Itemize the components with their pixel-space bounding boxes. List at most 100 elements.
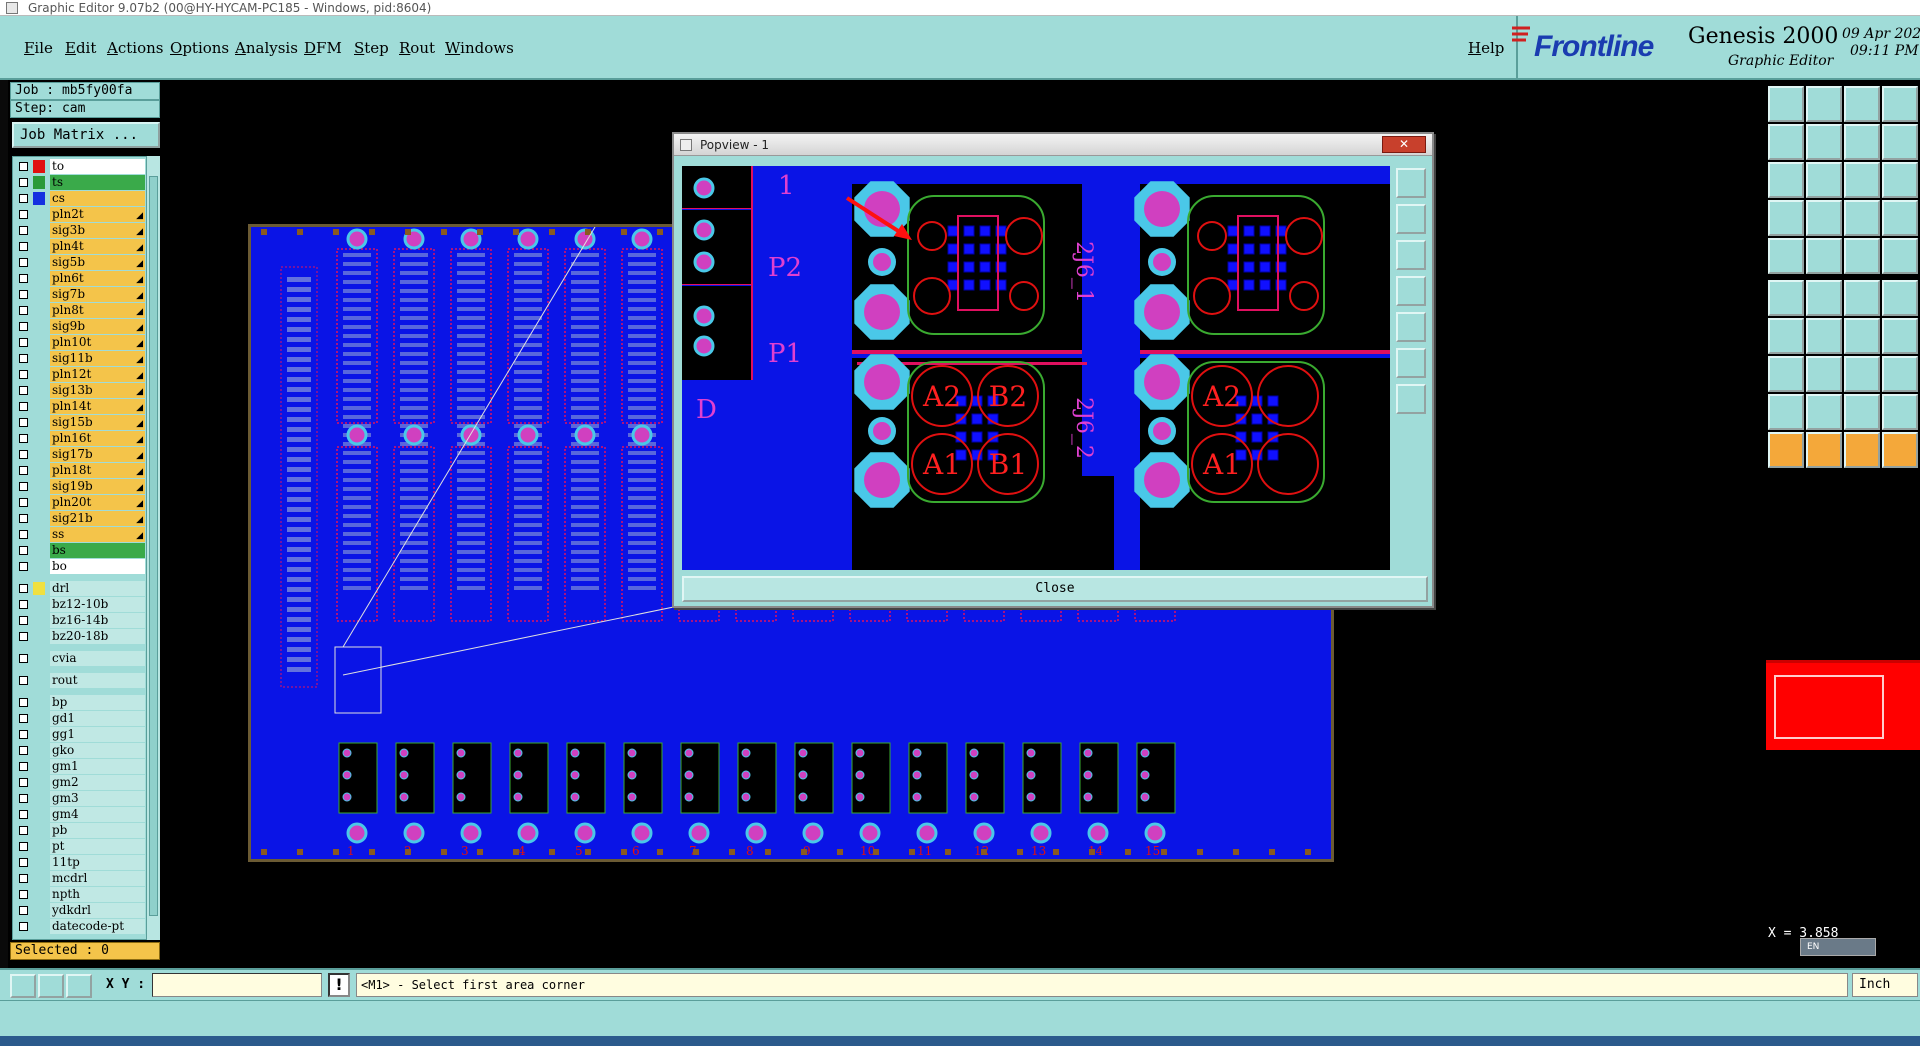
- xy-input[interactable]: [152, 973, 322, 997]
- layer-name[interactable]: gd1: [50, 711, 145, 726]
- pan-left-icon[interactable]: [1768, 124, 1804, 160]
- layer-row[interactable]: sig21b ◢: [13, 511, 145, 526]
- layer-name[interactable]: pln18t ◢: [50, 463, 145, 478]
- layer-name[interactable]: pln10t ◢: [50, 335, 145, 350]
- layer-row[interactable]: pln2t ◢: [13, 207, 145, 222]
- layer-name[interactable]: drl: [50, 581, 145, 596]
- layer-name[interactable]: mcdrl: [50, 871, 145, 886]
- layer-name[interactable]: gg1: [50, 727, 145, 742]
- pv-zoom-out-icon[interactable]: [1396, 240, 1426, 270]
- layer-checkbox[interactable]: [19, 178, 28, 187]
- pad-edit-icon[interactable]: [1768, 356, 1804, 392]
- slash-icon[interactable]: [1806, 318, 1842, 354]
- layer-name[interactable]: pln6t ◢: [50, 271, 145, 286]
- layer-row[interactable]: ydkdrl: [13, 903, 145, 918]
- layer-checkbox[interactable]: [19, 370, 28, 379]
- layer-name[interactable]: pln2t ◢: [50, 207, 145, 222]
- layer-name[interactable]: ydkdrl: [50, 903, 145, 918]
- layer-row[interactable]: cvia: [13, 651, 145, 666]
- ime-indicator[interactable]: EN: [1800, 938, 1876, 956]
- layer-row[interactable]: pln14t ◢: [13, 399, 145, 414]
- layer-name[interactable]: gm3: [50, 791, 145, 806]
- layer-row[interactable]: bp: [13, 695, 145, 710]
- layer-row[interactable]: sig15b ◢: [13, 415, 145, 430]
- menu-options[interactable]: Options: [170, 39, 229, 57]
- layer-checkbox[interactable]: [19, 338, 28, 347]
- popview-canvas[interactable]: 1 P2 P1 D A2 B2 A1 B1 A2 A1 2J6_1 2J6_2: [682, 166, 1390, 570]
- popview-titlebar[interactable]: Popview - 1 ✕: [674, 134, 1432, 156]
- layer-row[interactable]: gm2: [13, 775, 145, 790]
- layer-name[interactable]: gm2: [50, 775, 145, 790]
- layer-checkbox[interactable]: [19, 530, 28, 539]
- split-icon[interactable]: [1844, 356, 1880, 392]
- layer-name[interactable]: sig15b ◢: [50, 415, 145, 430]
- layer-checkbox[interactable]: [19, 354, 28, 363]
- layer-checkbox[interactable]: [19, 778, 28, 787]
- layer-checkbox[interactable]: [19, 194, 28, 203]
- layer-row[interactable]: bz20-18b: [13, 629, 145, 644]
- layer-name[interactable]: rout: [50, 673, 145, 688]
- layer-name[interactable]: pt: [50, 839, 145, 854]
- job-matrix-button[interactable]: Job Matrix ...: [12, 122, 160, 148]
- layer-name[interactable]: gm4: [50, 807, 145, 822]
- circle-icon[interactable]: [1882, 238, 1918, 274]
- layer-checkbox[interactable]: [19, 810, 28, 819]
- layer-row[interactable]: pt: [13, 839, 145, 854]
- layer-name[interactable]: to: [50, 159, 145, 174]
- layer-row[interactable]: rout: [13, 673, 145, 688]
- menu-rout[interactable]: Rout: [399, 39, 435, 57]
- dash-icon[interactable]: [1806, 356, 1842, 392]
- layer-name[interactable]: sig21b ◢: [50, 511, 145, 526]
- layer-checkbox[interactable]: [19, 466, 28, 475]
- layer-row[interactable]: datecode-pt: [13, 919, 145, 934]
- layer-checkbox[interactable]: [19, 322, 28, 331]
- layer-checkbox[interactable]: [19, 616, 28, 625]
- layer-row[interactable]: cs: [13, 191, 145, 206]
- menu-edit[interactable]: Edit: [65, 39, 96, 57]
- layer-checkbox[interactable]: [19, 842, 28, 851]
- layer-checkbox[interactable]: [19, 698, 28, 707]
- layer-checkbox[interactable]: [19, 242, 28, 251]
- layer-name[interactable]: pln20t ◢: [50, 495, 145, 510]
- layer-name[interactable]: cs: [50, 191, 145, 206]
- layer-row[interactable]: sig3b ◢: [13, 223, 145, 238]
- layer-checkbox[interactable]: [19, 386, 28, 395]
- layer-name[interactable]: gm1: [50, 759, 145, 774]
- layer-checkbox[interactable]: [19, 226, 28, 235]
- overview-view-box[interactable]: [1774, 675, 1884, 739]
- layer-name[interactable]: bz12-10b: [50, 597, 145, 612]
- layer-row[interactable]: gm3: [13, 791, 145, 806]
- layer-color-swatch[interactable]: [33, 160, 45, 173]
- layer-row[interactable]: sig19b ◢: [13, 479, 145, 494]
- layer-row[interactable]: sig11b ◢: [13, 351, 145, 366]
- layer-row[interactable]: ts: [13, 175, 145, 190]
- layer-checkbox[interactable]: [19, 858, 28, 867]
- layer-row[interactable]: 11tp: [13, 855, 145, 870]
- layer-row[interactable]: bs: [13, 543, 145, 558]
- layer-name[interactable]: bp: [50, 695, 145, 710]
- layer-checkbox[interactable]: [19, 418, 28, 427]
- pv-pan-right-icon[interactable]: [1396, 312, 1426, 342]
- pv-center-icon[interactable]: [1396, 384, 1426, 414]
- layer-name[interactable]: sig19b ◢: [50, 479, 145, 494]
- layer-checkbox[interactable]: [19, 210, 28, 219]
- layer-checkbox[interactable]: [19, 600, 28, 609]
- layer-name[interactable]: pln16t ◢: [50, 431, 145, 446]
- layer-name[interactable]: pln12t ◢: [50, 367, 145, 382]
- scrollbar-thumb[interactable]: [149, 176, 158, 916]
- pv-fit-icon[interactable]: [1396, 348, 1426, 378]
- pv-zoom-home-icon[interactable]: [1396, 168, 1426, 198]
- layer-name[interactable]: pln8t ◢: [50, 303, 145, 318]
- layer-checkbox[interactable]: [19, 562, 28, 571]
- layer-checkbox[interactable]: [19, 632, 28, 641]
- menu-step[interactable]: Step: [354, 39, 389, 57]
- layer-row[interactable]: gko: [13, 743, 145, 758]
- layer-checkbox[interactable]: [19, 730, 28, 739]
- grid-toggle-icon[interactable]: [1806, 200, 1842, 236]
- layer-row[interactable]: gm4: [13, 807, 145, 822]
- menu-file[interactable]: File: [24, 39, 53, 57]
- layer-row[interactable]: drl: [13, 581, 145, 596]
- move-icon[interactable]: [1882, 432, 1918, 468]
- layer-name[interactable]: 11tp: [50, 855, 145, 870]
- layer-name[interactable]: sig9b ◢: [50, 319, 145, 334]
